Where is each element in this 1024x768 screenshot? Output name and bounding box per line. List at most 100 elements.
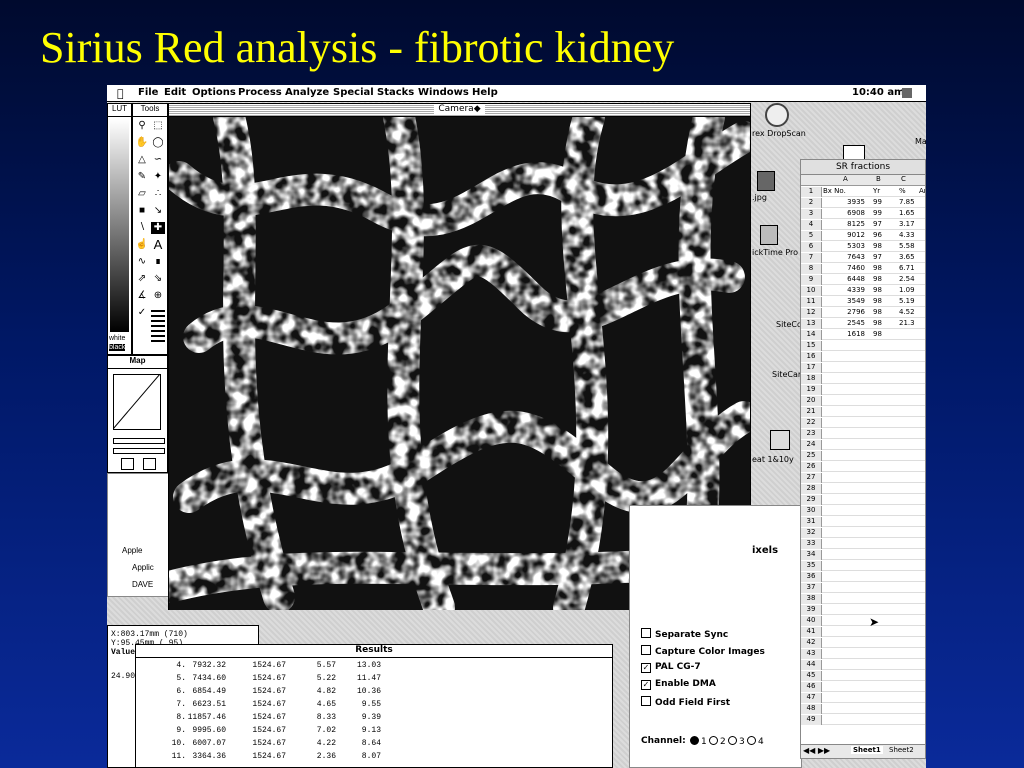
row-number[interactable]: 13 [801,319,822,329]
map-threshold-icon[interactable] [143,458,156,470]
cell-a[interactable]: 1618 [839,330,865,338]
row-number[interactable]: 15 [801,341,822,351]
cell-b[interactable]: 98 [873,330,882,338]
camera-title-bar[interactable]: Camera◆ [169,104,750,117]
row-number[interactable]: 33 [801,539,822,549]
map-curve-icon[interactable] [113,374,161,430]
crosshair-icon[interactable]: ✚ [151,222,165,234]
row-number[interactable]: 49 [801,715,822,725]
cell-c[interactable]: 5.19 [899,297,915,305]
cell-a[interactable]: 5303 [839,242,865,250]
checkbox-icon[interactable] [641,645,651,655]
radio-icon[interactable] [709,736,718,745]
row-number[interactable]: 10 [801,286,822,296]
sheet1-tab[interactable]: Sheet1 [851,746,883,754]
row-number[interactable]: 6 [801,242,822,252]
paste-icon[interactable]: ∎ [151,256,165,268]
row-number[interactable]: 14 [801,330,822,340]
row-number[interactable]: 19 [801,385,822,395]
contrast-slider[interactable] [113,448,165,454]
row-number[interactable]: 21 [801,407,822,417]
row-number[interactable]: 9 [801,275,822,285]
row-number[interactable]: 42 [801,638,822,648]
row-number[interactable]: 37 [801,583,822,593]
row-number[interactable]: 40 [801,616,822,626]
row-number[interactable]: 44 [801,660,822,670]
cell-a[interactable]: 3935 [839,198,865,206]
capture-option[interactable]: Odd Field First [641,696,730,708]
checkbox-icon[interactable]: ✓ [641,680,651,690]
line-icon[interactable]: ∖ [135,222,149,234]
cell-a[interactable]: 4339 [839,286,865,294]
cell-a[interactable]: 8125 [839,220,865,228]
spreadsheet-title[interactable]: SR fractions [801,160,925,175]
profile-icon[interactable]: ∿ [135,256,149,268]
map-reset-icon[interactable] [121,458,134,470]
menu-help[interactable]: Help [472,87,498,98]
cell-a[interactable]: Bx No. [823,187,846,195]
checkbox-icon[interactable]: ✓ [641,663,651,673]
menu-options[interactable]: Options [192,87,236,98]
column-c-header[interactable]: C [901,175,906,183]
row-number[interactable]: 18 [801,374,822,384]
apple-menu-icon[interactable]:  [117,87,124,100]
row-number[interactable]: 24 [801,440,822,450]
row-number[interactable]: 30 [801,506,822,516]
cell-a[interactable]: 7460 [839,264,865,272]
wand-icon[interactable]: ✦ [151,171,165,183]
capture-option[interactable]: Separate Sync [641,628,728,640]
cell-c[interactable]: 21.3 [899,319,915,327]
cell-b[interactable]: 98 [873,286,882,294]
row-number[interactable]: 31 [801,517,822,527]
cell-c[interactable]: 4.52 [899,308,915,316]
bucket-icon[interactable]: ■ [135,205,149,217]
cell-b[interactable]: 97 [873,253,882,261]
cell-c[interactable]: 6.71 [899,264,915,272]
cell-c[interactable]: 1.65 [899,209,915,217]
cell-b[interactable]: 99 [873,209,882,217]
finder-item-applic[interactable]: Applic [132,563,154,572]
sheet2-tab[interactable]: Sheet2 [889,746,914,754]
menu-file[interactable]: File [138,87,158,98]
quicktime-icon[interactable] [760,225,778,245]
brush-icon[interactable]: ⇗ [135,273,149,285]
row-number[interactable]: 38 [801,594,822,604]
grabber-icon[interactable]: ☝ [135,239,149,251]
polygon-icon[interactable]: △ [135,154,149,166]
row-number[interactable]: 36 [801,572,822,582]
cell-a[interactable]: 2796 [839,308,865,316]
sheet-nav-icon[interactable]: ◀◀ ▶▶ [803,746,830,755]
capture-option[interactable]: ✓ PAL CG-7 [641,662,701,673]
row-number[interactable]: 46 [801,682,822,692]
brightness-slider[interactable] [113,438,165,444]
cell-d[interactable]: Ar [919,187,925,195]
row-number[interactable]: 34 [801,550,822,560]
cell-a[interactable]: 7643 [839,253,865,261]
cell-c[interactable]: 3.65 [899,253,915,261]
menu-analyze[interactable]: Analyze [285,87,329,98]
row-number[interactable]: 41 [801,627,822,637]
cell-c[interactable]: 3.17 [899,220,915,228]
pencil-icon[interactable]: ✎ [135,171,149,183]
row-number[interactable]: 20 [801,396,822,406]
row-number[interactable]: 27 [801,473,822,483]
application-icon[interactable] [902,88,912,98]
cell-b[interactable]: Yr [873,187,880,195]
row-number[interactable]: 8 [801,264,822,274]
spray-icon[interactable]: ∴ [151,188,165,200]
row-number[interactable]: 7 [801,253,822,263]
cell-a[interactable]: 6448 [839,275,865,283]
row-number[interactable]: 29 [801,495,822,505]
row-number[interactable]: 35 [801,561,822,571]
channel-radio[interactable]: 2 [709,736,726,747]
feat-file-icon[interactable] [770,430,790,450]
cell-b[interactable]: 98 [873,308,882,316]
row-number[interactable]: 3 [801,209,822,219]
row-number[interactable]: 2 [801,198,822,208]
cell-c[interactable]: 4.33 [899,231,915,239]
cell-c[interactable]: 7.85 [899,198,915,206]
row-number[interactable]: 39 [801,605,822,615]
finder-item-dave[interactable]: DAVE [132,580,153,589]
magnifier-icon[interactable]: ⚲ [135,120,149,132]
check-icon[interactable]: ✓ [135,307,149,319]
